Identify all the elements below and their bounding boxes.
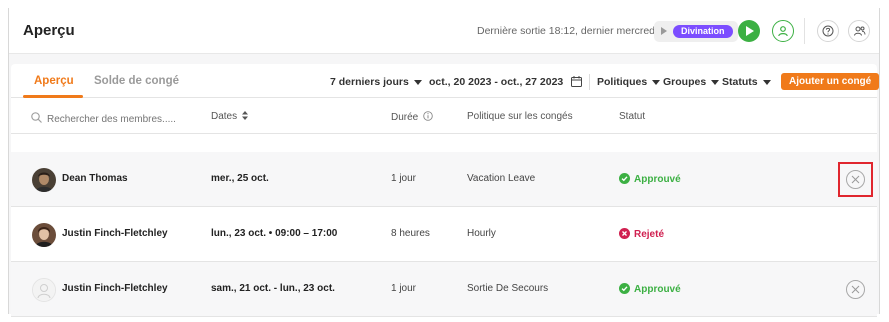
timer-widget[interactable]: Divination xyxy=(654,21,738,42)
policies-label: Politiques xyxy=(597,76,648,88)
start-timer-button[interactable] xyxy=(738,20,760,42)
user-status-button[interactable] xyxy=(772,20,794,42)
time-off-card: Aperçu Solde de congé 7 derniers jours o… xyxy=(11,64,880,317)
status-column-header: Statut xyxy=(619,111,646,122)
member-search[interactable] xyxy=(31,109,181,127)
date-range-picker[interactable]: oct., 20 2023 - oct., 27 2023 xyxy=(429,76,583,90)
member-name: Justin Finch-Fletchley xyxy=(62,228,168,239)
x-circle-icon xyxy=(619,228,630,239)
team-button[interactable] xyxy=(848,20,870,42)
divider xyxy=(589,74,590,90)
tabs-and-filters: Aperçu Solde de congé 7 derniers jours o… xyxy=(11,64,880,98)
leave-duration: 1 jour xyxy=(391,173,417,184)
tab-leave-balance[interactable]: Solde de congé xyxy=(94,75,179,87)
timer-project-badge: Divination xyxy=(673,25,733,38)
last-exit-text: Dernière sortie 18:12, dernier mercredi xyxy=(477,25,658,37)
dates-column-header[interactable]: Dates xyxy=(211,111,248,123)
groups-label: Groupes xyxy=(663,76,707,88)
duration-column-header: Durée xyxy=(391,111,433,124)
calendar-icon xyxy=(571,76,583,90)
member-name: Justin Finch-Fletchley xyxy=(62,283,168,294)
status-badge: Rejeté xyxy=(619,228,664,240)
leave-policy: Vacation Leave xyxy=(467,173,536,184)
avatar xyxy=(32,278,56,302)
date-range-label: oct., 20 2023 - oct., 27 2023 xyxy=(429,76,564,88)
status-label: Approuvé xyxy=(634,174,681,185)
leave-policy: Sortie De Secours xyxy=(467,283,549,294)
leave-duration: 8 heures xyxy=(391,228,430,239)
statuses-dropdown[interactable]: Statuts xyxy=(722,76,771,88)
leave-dates: lun., 23 oct. • 09:00 – 17:00 xyxy=(211,228,338,239)
chevron-down-icon xyxy=(413,79,422,85)
status-label: Approuvé xyxy=(634,284,681,295)
play-icon xyxy=(746,26,754,36)
check-circle-icon xyxy=(619,173,630,184)
policies-dropdown[interactable]: Politiques xyxy=(597,76,661,88)
search-icon xyxy=(31,110,42,128)
range-label: 7 derniers jours xyxy=(330,76,409,88)
people-icon xyxy=(849,21,869,41)
avatar xyxy=(32,168,56,192)
info-icon[interactable] xyxy=(423,111,433,124)
duration-header-label: Durée xyxy=(391,112,419,123)
page-title: Aperçu xyxy=(23,22,75,39)
cancel-leave-button[interactable] xyxy=(846,170,865,189)
play-small-icon xyxy=(661,27,667,35)
status-badge: Approuvé xyxy=(619,283,681,295)
close-circle-icon xyxy=(847,171,864,188)
top-bar: Aperçu Dernière sortie 18:12, dernier me… xyxy=(9,8,879,54)
app-window: Aperçu Dernière sortie 18:12, dernier me… xyxy=(8,8,880,317)
leave-duration: 1 jour xyxy=(391,283,417,294)
cancel-leave-button[interactable] xyxy=(846,280,865,299)
check-circle-icon xyxy=(619,283,630,294)
groups-dropdown[interactable]: Groupes xyxy=(663,76,720,88)
help-button[interactable] xyxy=(817,20,839,42)
statuses-label: Statuts xyxy=(722,76,758,88)
user-icon xyxy=(773,21,793,41)
avatar xyxy=(32,223,56,247)
table-header: Dates Durée Politique sur les congés Sta… xyxy=(11,98,877,134)
leave-dates: mer., 25 oct. xyxy=(211,173,269,184)
status-badge: Approuvé xyxy=(619,173,681,185)
help-icon xyxy=(818,21,838,41)
status-label: Rejeté xyxy=(634,229,665,240)
add-leave-button[interactable]: Ajouter un congé xyxy=(781,73,880,90)
chevron-down-icon xyxy=(711,79,720,85)
divider xyxy=(804,18,805,44)
sort-icon xyxy=(241,111,248,123)
leave-policy: Hourly xyxy=(467,228,496,239)
table-row[interactable]: Justin Finch-Fletchley sam., 21 oct. - l… xyxy=(11,262,877,317)
table-row[interactable]: Justin Finch-Fletchley lun., 23 oct. • 0… xyxy=(11,207,877,262)
table-row[interactable]: Dean Thomas mer., 25 oct. 1 jour Vacatio… xyxy=(11,152,877,207)
tab-overview[interactable]: Aperçu xyxy=(34,75,74,87)
search-input[interactable] xyxy=(31,114,181,125)
chevron-down-icon xyxy=(652,79,661,85)
close-circle-icon xyxy=(847,281,864,298)
leave-dates: sam., 21 oct. - lun., 23 oct. xyxy=(211,283,335,294)
chevron-down-icon xyxy=(762,79,771,85)
member-name: Dean Thomas xyxy=(62,173,128,184)
dates-header-label: Dates xyxy=(211,111,238,122)
policy-column-header: Politique sur les congés xyxy=(467,111,573,122)
range-dropdown[interactable]: 7 derniers jours xyxy=(330,76,422,88)
